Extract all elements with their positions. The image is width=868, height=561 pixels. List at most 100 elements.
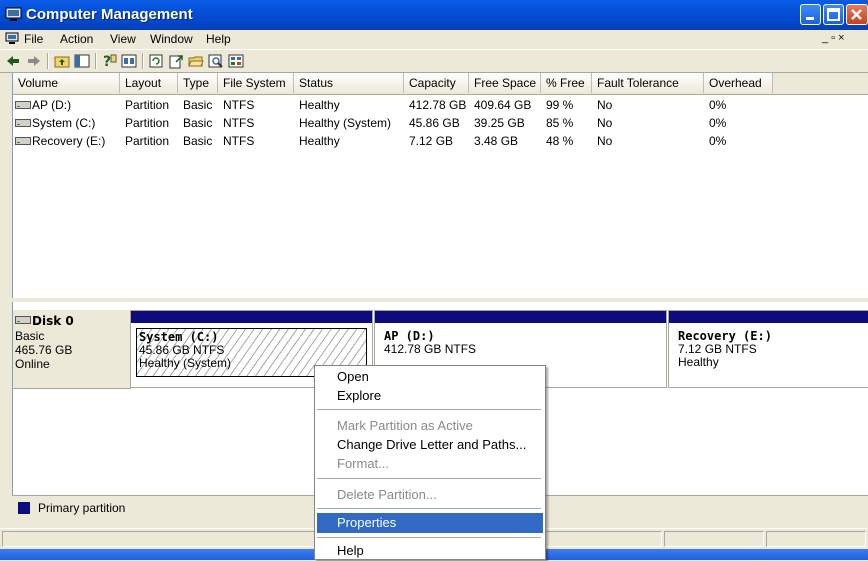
overhead-cell: 0%: [709, 98, 727, 112]
table-row[interactable]: System (C:) Partition Basic NTFS Healthy…: [13, 114, 868, 132]
column-layout[interactable]: Layout: [120, 73, 178, 93]
layout-cell: Partition: [125, 98, 170, 112]
disk-icon: [15, 316, 31, 324]
minimize-button[interactable]: [800, 4, 821, 25]
close-icon: [851, 9, 862, 20]
column-volume[interactable]: Volume: [13, 73, 120, 93]
free-space-cell: 3.48 GB: [474, 134, 519, 148]
type-cell: Basic: [183, 134, 213, 148]
drive-icon: [15, 101, 31, 109]
column-overhead[interactable]: Overhead: [704, 73, 773, 93]
forward-arrow-icon[interactable]: [26, 53, 42, 69]
legend-label: Primary partition: [38, 501, 126, 515]
drive-icon: [15, 137, 31, 145]
table-row[interactable]: Recovery (E:) Partition Basic NTFS Healt…: [13, 132, 868, 150]
status-cell: Healthy: [299, 134, 340, 148]
capacity-cell: 7.12 GB: [409, 134, 454, 148]
menu-item-help[interactable]: Help: [317, 541, 543, 561]
status-cell: Healthy (System): [299, 116, 392, 130]
status-cell: Healthy: [299, 98, 340, 112]
maximize-button[interactable]: [823, 4, 844, 25]
menu-item-mark-active[interactable]: Mark Partition as Active: [317, 416, 543, 436]
column-capacity[interactable]: Capacity: [404, 73, 469, 93]
menu-separator: [317, 537, 541, 538]
menu-view[interactable]: View: [110, 32, 136, 46]
percent-free-cell: 85 %: [546, 116, 574, 130]
fs-cell: NTFS: [223, 134, 255, 148]
disk-size: 465.76 GB: [15, 343, 73, 357]
back-arrow-icon[interactable]: [5, 53, 21, 69]
menu-action[interactable]: Action: [60, 32, 93, 46]
column-type[interactable]: Type: [178, 73, 218, 93]
disk-type: Basic: [15, 329, 45, 343]
menu-item-open[interactable]: Open: [317, 367, 543, 387]
properties-icon[interactable]: [121, 53, 137, 69]
partition-recovery-e[interactable]: Recovery (E:) 7.12 GB NTFS Healthy: [668, 310, 868, 388]
window-title: Computer Management: [26, 6, 193, 23]
menu-window[interactable]: Window: [150, 32, 193, 46]
partition-name: Recovery (E:): [678, 329, 772, 343]
menu-bar: File Action View Window Help: [0, 30, 868, 48]
partition-size: 412.78 GB NTFS: [384, 342, 477, 356]
computer-management-icon: [5, 7, 22, 21]
volume-list-header: Volume Layout Type File System Status Ca…: [13, 73, 868, 95]
percent-free-cell: 48 %: [546, 134, 574, 148]
close-button[interactable]: [846, 4, 868, 25]
column-fault-tolerance[interactable]: Fault Tolerance: [592, 73, 704, 93]
up-folder-icon[interactable]: [54, 53, 70, 69]
disk-name: Disk 0: [32, 314, 74, 328]
title-bar[interactable]: Computer Management: [0, 0, 868, 30]
capacity-cell: 45.86 GB: [409, 116, 460, 130]
drive-icon: [15, 119, 31, 127]
fs-cell: NTFS: [223, 116, 255, 130]
svg-text:?: ?: [103, 54, 111, 69]
toolbar: ?: [0, 49, 868, 73]
fault-tolerance-cell: No: [597, 116, 613, 130]
disk-info-panel[interactable]: Disk 0 Basic 465.76 GB Online: [13, 310, 131, 389]
overhead-cell: 0%: [709, 116, 727, 130]
menu-help[interactable]: Help: [206, 32, 231, 46]
type-cell: Basic: [183, 116, 213, 130]
disk-state: Online: [15, 357, 50, 371]
show-hide-tree-icon[interactable]: [74, 53, 90, 69]
partition-type-bar: [669, 311, 868, 323]
partition-status: Healthy: [678, 355, 719, 369]
column-free-space[interactable]: Free Space: [469, 73, 541, 93]
menu-separator: [317, 508, 541, 509]
column-file-system[interactable]: File System: [218, 73, 294, 93]
open-folder-icon[interactable]: [188, 53, 204, 69]
mdi-window-controls[interactable]: _ ▫ ×: [822, 32, 868, 46]
menu-separator: [317, 478, 541, 479]
minimize-icon: [806, 17, 814, 20]
context-menu: Open Explore Mark Partition as Active Ch…: [314, 365, 546, 560]
type-cell: Basic: [183, 98, 213, 112]
layout-cell: Partition: [125, 134, 170, 148]
primary-partition-swatch: [18, 502, 30, 514]
table-row[interactable]: AP (D:) Partition Basic NTFS Healthy 412…: [13, 96, 868, 114]
fault-tolerance-cell: No: [597, 98, 613, 112]
layout-cell: Partition: [125, 116, 170, 130]
partition-type-bar: [375, 311, 666, 323]
search-icon[interactable]: [208, 53, 224, 69]
menu-file[interactable]: File: [24, 32, 43, 46]
menu-item-format[interactable]: Format...: [317, 454, 543, 474]
fs-cell: NTFS: [223, 98, 255, 112]
menu-item-properties[interactable]: Properties: [317, 513, 543, 533]
volume-list[interactable]: Volume Layout Type File System Status Ca…: [12, 73, 868, 298]
menu-separator: [317, 409, 541, 410]
help-icon[interactable]: ?: [101, 53, 117, 69]
system-menu-icon[interactable]: [5, 32, 19, 44]
column-status[interactable]: Status: [294, 73, 404, 93]
column-percent-free[interactable]: % Free: [541, 73, 592, 93]
menu-item-explore[interactable]: Explore: [317, 386, 543, 406]
partition-name: System (C:): [139, 330, 219, 344]
volume-name: AP (D:): [32, 98, 72, 112]
menu-item-change-drive-letter[interactable]: Change Drive Letter and Paths...: [317, 435, 543, 455]
disk-settings-icon[interactable]: [228, 53, 244, 69]
export-icon[interactable]: [168, 53, 184, 69]
maximize-icon: [827, 8, 840, 21]
menu-item-delete-partition[interactable]: Delete Partition...: [317, 485, 543, 505]
free-space-cell: 409.64 GB: [474, 98, 532, 112]
fault-tolerance-cell: No: [597, 134, 613, 148]
refresh-icon[interactable]: [148, 53, 164, 69]
